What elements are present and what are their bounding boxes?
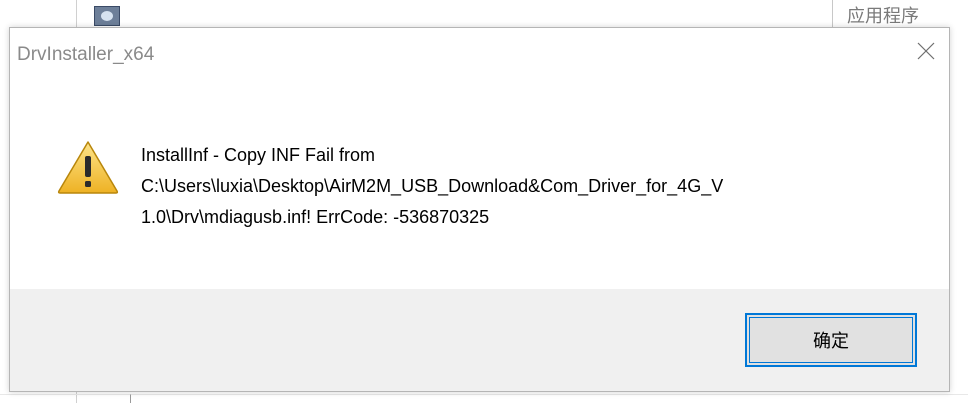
dialog-message: InstallInf - Copy INF Fail from C:\Users… [141,140,901,233]
ok-button[interactable]: 确定 [745,313,917,367]
message-line: 1.0\Drv\mdiagusb.inf! ErrCode: -53687032… [141,207,490,227]
background-bottom-row [130,394,968,403]
message-line: InstallInf - Copy INF Fail from [141,145,376,165]
close-button[interactable] [903,28,949,72]
close-icon [917,42,935,60]
background-bottom-edge [0,394,130,403]
dialog-content: InstallInf - Copy INF Fail from C:\Users… [10,80,949,290]
dialog-titlebar[interactable]: DrvInstaller_x64 [10,28,949,80]
message-line: C:\Users\luxia\Desktop\AirM2M_USB_Downlo… [141,176,724,196]
dialog-title: DrvInstaller_x64 [17,44,155,65]
dialog-footer: 确定 [10,289,949,391]
background-app-icon [94,6,120,26]
ok-button-label: 确定 [813,331,849,352]
message-dialog: DrvInstaller_x64 InstallInf - Copy INF F… [9,27,950,392]
warning-icon [57,141,119,194]
